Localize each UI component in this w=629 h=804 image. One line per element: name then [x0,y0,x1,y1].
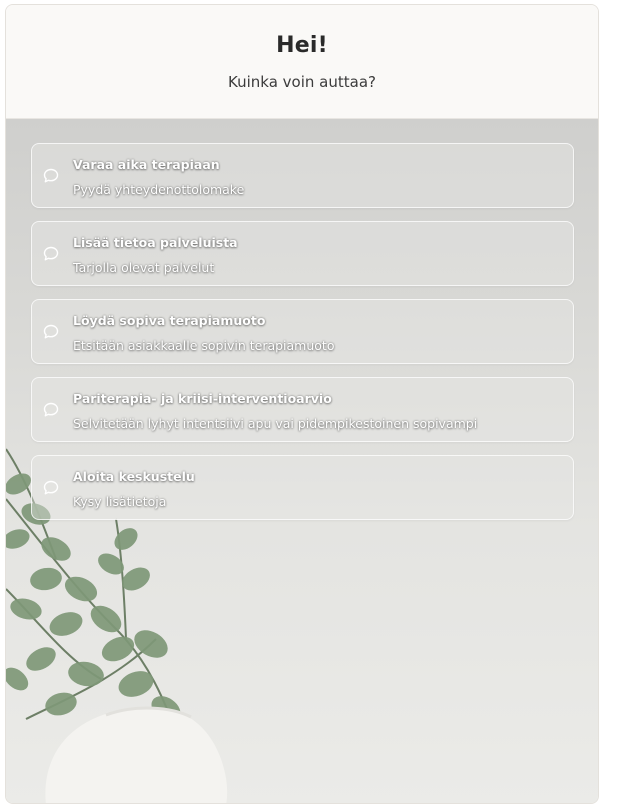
option-title: Löydä sopiva terapiamuoto [73,313,266,328]
option-start-conversation[interactable]: Aloita keskustelu Kysy lisätietoja [31,455,574,520]
option-subtitle: Tarjolla olevat palvelut [73,260,215,275]
chat-bubble-icon [43,324,59,339]
option-title: Pariterapia- ja kriisi-interventioarvio [73,391,332,406]
greeting-subtitle: Kuinka voin auttaa? [228,73,376,91]
chat-bubble-icon [43,480,59,495]
option-subtitle: Etsitään asiakkaalle sopivin terapiamuot… [73,338,335,353]
chat-bubble-icon [43,168,59,183]
option-book-therapy[interactable]: Varaa aika terapiaan Pyydä yhteydenottol… [31,143,574,208]
option-couples-crisis-assessment[interactable]: Pariterapia- ja kriisi-interventioarvio … [31,377,574,442]
option-find-therapy-type[interactable]: Löydä sopiva terapiamuoto Etsitään asiak… [31,299,574,364]
option-title: Aloita keskustelu [73,469,195,484]
option-subtitle: Pyydä yhteydenottolomake [73,182,245,197]
chat-bubble-icon [43,402,59,417]
option-subtitle: Selvitetään lyhyt intentsiivi apu vai pi… [73,416,478,431]
background-photo: Varaa aika terapiaan Pyydä yhteydenottol… [6,119,598,803]
option-subtitle: Kysy lisätietoja [73,494,167,509]
option-services-info[interactable]: Lisää tietoa palveluista Tarjolla olevat… [31,221,574,286]
greeting-title: Hei! [276,33,328,58]
option-title: Varaa aika terapiaan [73,157,220,172]
option-title: Lisää tietoa palveluista [73,235,238,250]
chat-bubble-icon [43,246,59,261]
quick-options-list: Varaa aika terapiaan Pyydä yhteydenottol… [31,143,574,533]
welcome-header: Hei! Kuinka voin auttaa? [6,5,598,119]
chat-widget: Hei! Kuinka voin auttaa? Varaa aika tera… [5,4,599,804]
